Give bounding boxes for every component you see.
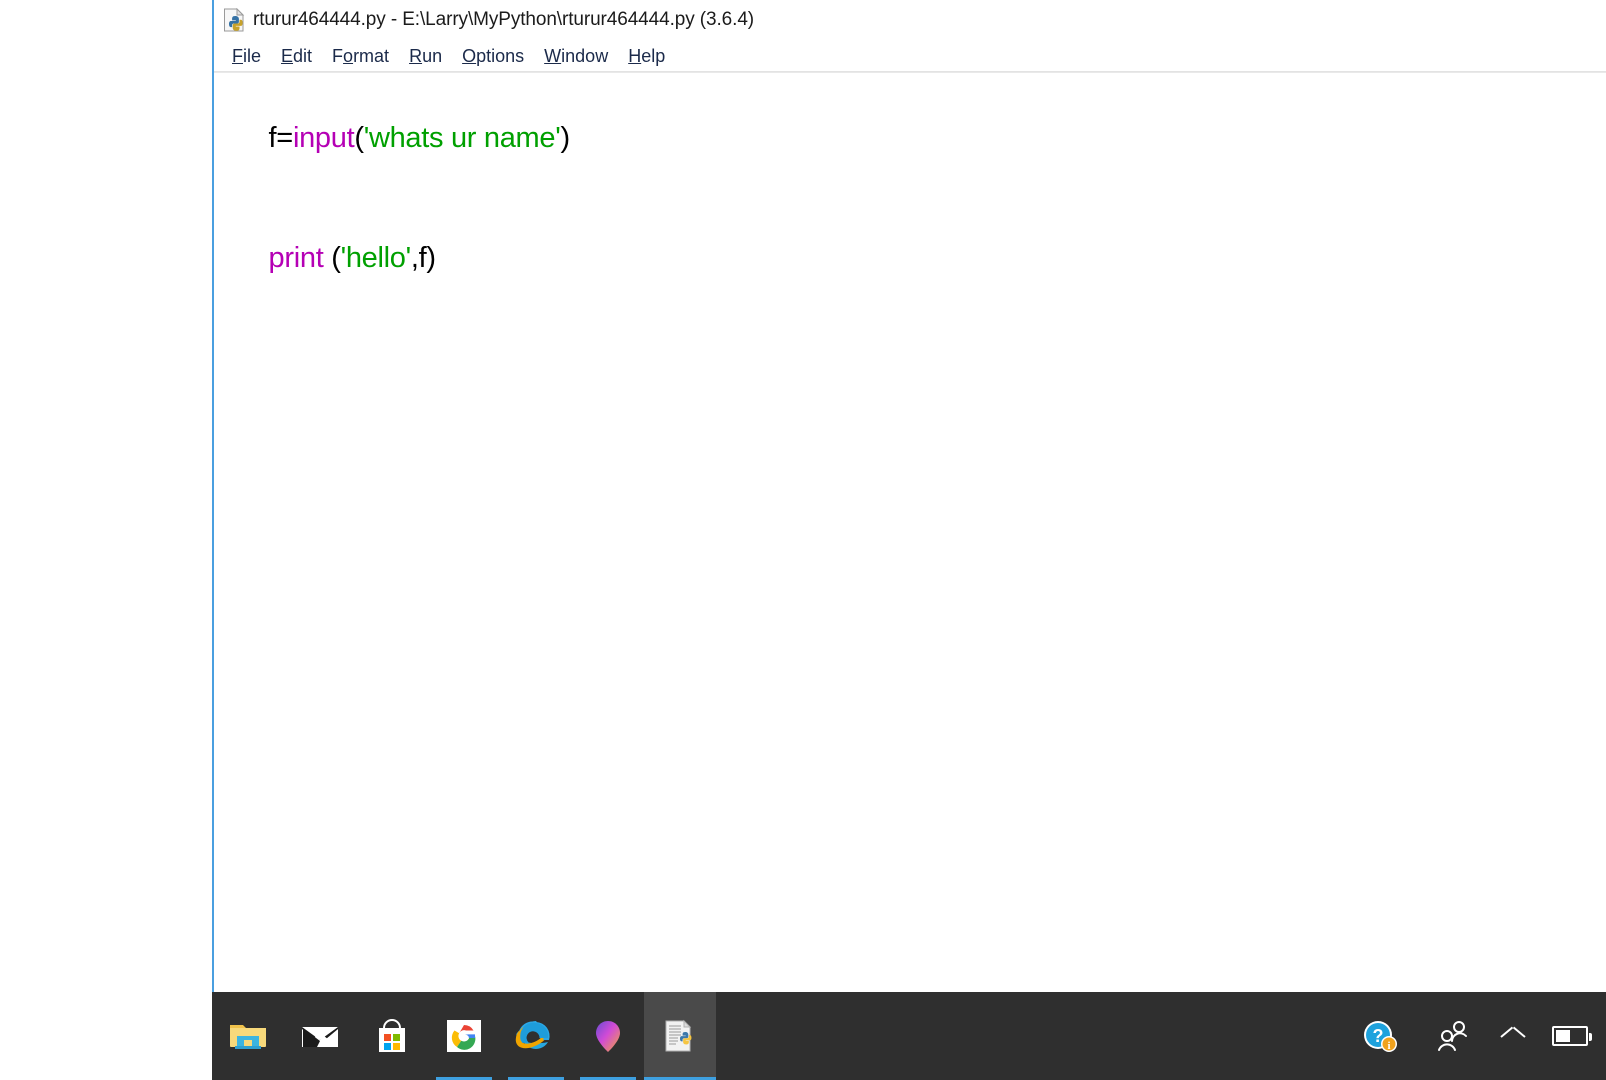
code-token: ): [560, 122, 570, 154]
windows-taskbar: ? i: [212, 992, 1606, 1080]
taskbar-item-file-explorer[interactable]: [212, 992, 284, 1080]
code-token: 'whats ur name': [363, 122, 561, 154]
menu-bar: File Edit Format Run Options Window Help: [214, 40, 1606, 72]
code-token: (: [354, 122, 364, 154]
idle-editor-window: rturur464444.py - E:\Larry\MyPython\rtur…: [212, 0, 1606, 992]
menu-item-run[interactable]: Run: [399, 44, 452, 69]
code-line-1: f=input('whats ur name'): [222, 78, 1606, 198]
window-title-text: rturur464444.py - E:\Larry\MyPython\rtur…: [253, 9, 755, 30]
svg-text:i: i: [1387, 1040, 1390, 1052]
menu-item-format[interactable]: Format: [322, 44, 399, 69]
code-token: print: [268, 242, 324, 274]
chevron-up-icon: [1502, 1025, 1524, 1047]
battery-icon: [1552, 1026, 1592, 1046]
taskbar-app-buttons: [212, 992, 716, 1080]
menu-item-window[interactable]: Window: [534, 44, 618, 69]
taskbar-item-maps[interactable]: [572, 992, 644, 1080]
internet-explorer-icon: [514, 1014, 558, 1058]
menu-item-file[interactable]: File: [222, 44, 271, 69]
mail-icon: [298, 1014, 342, 1058]
code-token: input: [292, 122, 355, 154]
taskbar-item-internet-explorer[interactable]: [500, 992, 572, 1080]
taskbar-system-tray: ? i: [1344, 992, 1606, 1080]
menu-item-options[interactable]: Options: [452, 44, 534, 69]
menu-item-edit[interactable]: Edit: [271, 44, 322, 69]
maps-pin-icon: [586, 1014, 630, 1058]
code-token: 'hello': [340, 242, 412, 274]
python-file-icon: [223, 7, 245, 32]
title-bar[interactable]: rturur464444.py - E:\Larry\MyPython\rtur…: [214, 0, 1606, 40]
tray-item-people[interactable]: [1416, 992, 1488, 1080]
taskbar-spacer: [716, 992, 1344, 1080]
taskbar-item-python-idle[interactable]: [644, 992, 716, 1080]
tray-item-battery[interactable]: [1538, 992, 1602, 1080]
code-token: ,f): [410, 242, 436, 274]
menu-separator: [214, 71, 1606, 73]
taskbar-item-mail[interactable]: [284, 992, 356, 1080]
get-help-icon: ? i: [1358, 1014, 1402, 1058]
microsoft-store-icon: [370, 1014, 414, 1058]
taskbar-item-store[interactable]: [356, 992, 428, 1080]
battery-level-fill: [1556, 1030, 1570, 1042]
code-token: f=: [268, 122, 294, 154]
people-icon: [1430, 1014, 1474, 1058]
code-line-2: print ('hello',f): [222, 198, 1606, 318]
code-text-area[interactable]: f=input('whats ur name') print ('hello',…: [214, 74, 1606, 992]
menu-item-help[interactable]: Help: [618, 44, 675, 69]
taskbar-item-chrome[interactable]: [428, 992, 500, 1080]
tray-item-show-hidden-icons[interactable]: [1488, 992, 1538, 1080]
python-idle-icon: [658, 1014, 702, 1058]
file-explorer-icon: [226, 1014, 270, 1058]
code-token: (: [323, 242, 341, 274]
google-chrome-icon: [442, 1014, 486, 1058]
tray-item-get-help[interactable]: ? i: [1344, 992, 1416, 1080]
